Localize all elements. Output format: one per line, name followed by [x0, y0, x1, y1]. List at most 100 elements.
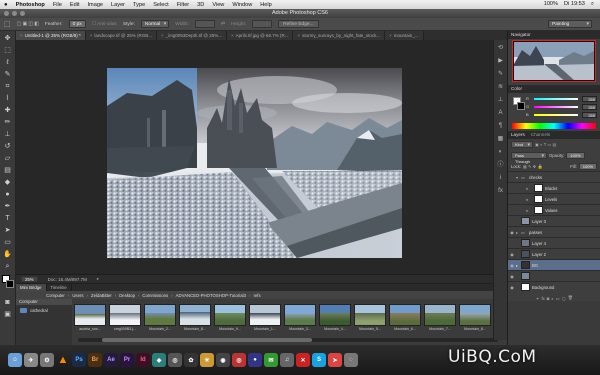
menu-filter[interactable]: Filter: [177, 2, 189, 8]
breadcrumb-item[interactable]: Desktop: [119, 293, 135, 298]
g-slider[interactable]: [534, 106, 578, 108]
history-panel-icon[interactable]: ⟲: [496, 43, 506, 53]
app-icon[interactable]: ♫: [280, 353, 294, 367]
blur-tool-icon[interactable]: ◆: [3, 177, 13, 187]
menu-layer[interactable]: Layer: [111, 2, 125, 8]
trash-icon[interactable]: 🗑: [568, 295, 573, 301]
battery-status[interactable]: 100%: [544, 1, 558, 8]
quick-select-tool-icon[interactable]: ✎: [3, 69, 13, 79]
layer-row[interactable]: Layer 3: [508, 215, 600, 226]
thumbnail[interactable]: austria_sno...: [74, 304, 106, 334]
lasso-tool-icon[interactable]: ℓ: [3, 57, 13, 67]
fx-icon[interactable]: fx: [541, 296, 544, 301]
doc-tab[interactable]: × _img0053Depth.tif @ 25%...: [156, 31, 227, 40]
navigator-view-box[interactable]: [512, 40, 596, 82]
swap-icon[interactable]: ⇄: [221, 22, 225, 27]
character-panel-icon[interactable]: A: [496, 108, 506, 118]
color-swatches[interactable]: [0, 275, 15, 291]
pen-tool-icon[interactable]: ✒: [3, 201, 13, 211]
layer-row[interactable]: ◉ Layer 2: [508, 248, 600, 259]
blend-mode-select[interactable]: Pass Through: [511, 152, 547, 164]
layers-tab[interactable]: Layers: [511, 131, 525, 139]
thumbnail[interactable]: Mountain_5...: [354, 304, 386, 334]
mask-icon[interactable]: ◙: [547, 296, 550, 301]
visibility-icon[interactable]: ◉: [508, 285, 516, 290]
doc-size-readout[interactable]: Doc: 15.4M/897.7M: [48, 277, 87, 282]
close-tab-icon[interactable]: ×: [389, 33, 392, 38]
status-arrow-icon[interactable]: ▸: [97, 276, 99, 282]
new-group-icon[interactable]: ▭: [556, 296, 560, 301]
paragraph-panel-icon[interactable]: ¶: [496, 121, 506, 131]
layer-row[interactable]: ◉ Background: [508, 281, 600, 292]
path-selection-tool-icon[interactable]: ➤: [3, 225, 13, 235]
gradient-tool-icon[interactable]: ▤: [3, 165, 13, 175]
close-tab-icon[interactable]: ×: [231, 33, 234, 38]
layer-row-selected[interactable]: ◉ ▸ BG: [508, 259, 600, 270]
layer-row[interactable]: ◉: [508, 270, 600, 281]
premiere-icon[interactable]: Pr: [120, 353, 134, 367]
type-tool-icon[interactable]: T: [3, 213, 13, 223]
app-icon[interactable]: ◎: [168, 353, 182, 367]
refine-edge-button[interactable]: Refine Edge...: [278, 20, 319, 28]
menu-image[interactable]: Image: [88, 2, 104, 8]
eyedropper-tool-icon[interactable]: ⌇: [3, 93, 13, 103]
color-tab[interactable]: Color: [511, 85, 522, 93]
zoom-level-field[interactable]: 25%: [21, 276, 38, 282]
dodge-tool-icon[interactable]: ●: [3, 189, 13, 199]
app-menu[interactable]: Photoshop: [16, 2, 45, 8]
doc-tab[interactable]: × Untitled-1 @ 25% (RGB/8) *: [16, 31, 86, 40]
app-icon[interactable]: ◆: [152, 353, 166, 367]
r-value[interactable]: 255: [582, 96, 597, 102]
after-effects-icon[interactable]: Ae: [104, 353, 118, 367]
visibility-icon[interactable]: ◉: [508, 263, 516, 268]
breadcrumb-item[interactable]: ZeldaBitter: [91, 293, 112, 298]
clock[interactable]: Di 19:53: [564, 1, 585, 8]
thumbnail[interactable]: Mountain_8...: [179, 304, 211, 334]
system-prefs-icon[interactable]: ⚙: [40, 353, 54, 367]
photoshop-icon[interactable]: Ps: [72, 353, 86, 367]
spotlight-icon[interactable]: ⌕: [591, 1, 594, 8]
layer-mask-thumbnail[interactable]: [534, 184, 543, 192]
launchpad-icon[interactable]: ✈: [24, 353, 38, 367]
apple-menu-icon[interactable]: ●: [4, 2, 8, 8]
thumbnail[interactable]: Mountain_1...: [249, 304, 281, 334]
marquee-tool-icon[interactable]: ⬚: [3, 45, 13, 55]
thumbnail[interactable]: cmg009B3.j...: [109, 304, 141, 334]
antialias-checkbox[interactable]: ☐ Anti-alias: [92, 22, 117, 27]
thumbnail[interactable]: Mountain_4...: [319, 304, 351, 334]
channels-tab[interactable]: Channels: [531, 131, 550, 139]
app-icon[interactable]: ◎: [232, 353, 246, 367]
menu-3d[interactable]: 3D: [197, 2, 204, 8]
layer-row[interactable]: ▾ ▭ checks: [508, 171, 600, 182]
healing-brush-tool-icon[interactable]: ✚: [3, 105, 13, 115]
feather-input[interactable]: 0 px: [68, 20, 86, 28]
crop-tool-icon[interactable]: ⌗: [3, 81, 13, 91]
close-tab-icon[interactable]: ×: [297, 33, 300, 38]
breadcrumb-item[interactable]: refs: [253, 293, 260, 298]
visibility-icon[interactable]: ◉: [508, 274, 516, 279]
scrollbar-thumb[interactable]: [102, 338, 312, 342]
close-tab-icon[interactable]: ×: [90, 33, 93, 38]
thumbnail[interactable]: Mountain_3...: [284, 304, 316, 334]
horizontal-scrollbar[interactable]: [78, 338, 498, 342]
new-layer-icon[interactable]: ▢: [562, 296, 566, 301]
selection-mode-icons[interactable]: ▢ ▣ ◫ ◧: [17, 22, 39, 27]
sidebar-item-cathedral[interactable]: cathedral: [16, 305, 72, 316]
tab-timeline[interactable]: Timeline: [47, 284, 72, 291]
close-tab-icon[interactable]: ×: [20, 33, 23, 38]
marquee-tool-preset-icon[interactable]: ⬚: [4, 20, 11, 28]
document-canvas[interactable]: [107, 68, 402, 258]
thumbnail[interactable]: Mountain_6...: [389, 304, 421, 334]
layer-row[interactable]: ◐ Blacks: [508, 182, 600, 193]
menu-file[interactable]: File: [53, 2, 62, 8]
layer-row[interactable]: Layer 4: [508, 237, 600, 248]
layer-row[interactable]: ◐ Values: [508, 204, 600, 215]
thumbnail[interactable]: Mountain_2...: [144, 304, 176, 334]
zoom-window-icon[interactable]: [20, 11, 25, 16]
styles-panel-icon[interactable]: fx: [496, 186, 506, 196]
app-icon[interactable]: ✉: [264, 353, 278, 367]
doc-tab[interactable]: × mountain_...: [385, 31, 424, 40]
layer-row[interactable]: ◐ Levels: [508, 193, 600, 204]
layer-row[interactable]: ◉ ▸ ▭ passes: [508, 226, 600, 237]
r-slider[interactable]: [534, 98, 578, 100]
